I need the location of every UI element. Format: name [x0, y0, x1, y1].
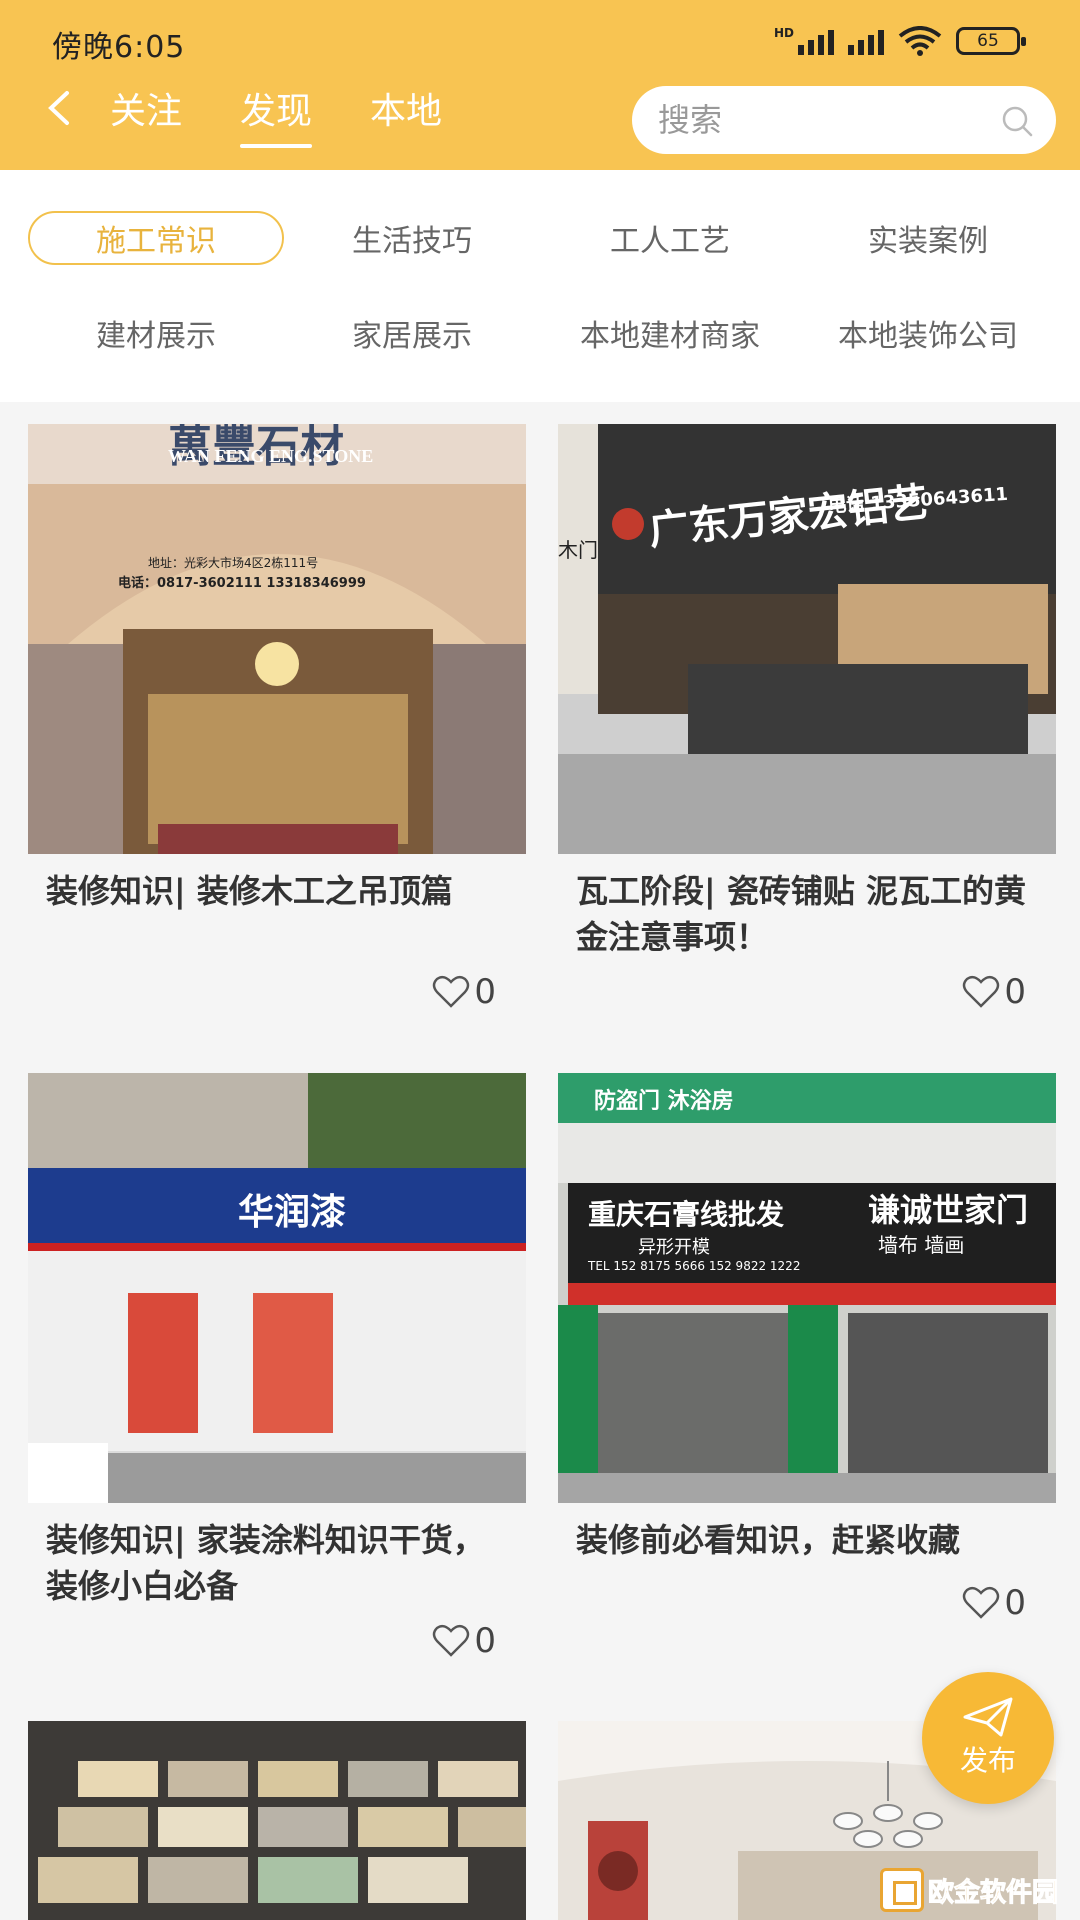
store-photo-paint: [28, 1073, 526, 1503]
search-input[interactable]: [658, 86, 978, 154]
like-button[interactable]: 0: [962, 1583, 1026, 1623]
sign-main-right: 谦诚世家门: [868, 1191, 1029, 1229]
article-title[interactable]: 瓦工阶段| 瓷砖铺贴 泥瓦工的黄金注意事项！: [558, 854, 1056, 964]
article-card[interactable]: 广东万家宏铝艺 电话 13350643611 木门 瓦工阶段| 瓷砖铺贴 泥瓦工…: [558, 424, 1056, 1012]
category-home-display[interactable]: 家居展示: [284, 306, 540, 360]
article-title[interactable]: 装修知识| 家装涂料知识干货，装修小白必备: [28, 1503, 526, 1613]
wifi-icon: [898, 26, 942, 56]
heart-icon: [433, 1624, 470, 1657]
article-card[interactable]: 防盗门 沐浴房 重庆石膏线批发 谦诚世家门 异形开模 TEL 152 8175 …: [558, 1073, 1056, 1623]
publish-button[interactable]: 发布: [922, 1672, 1054, 1804]
store-photo-gypsum: [558, 1073, 1056, 1503]
sign-address: 地址：光彩大市场4区2栋111号: [148, 556, 319, 570]
signal-icon-2: [848, 27, 884, 55]
sign-tel: TEL 152 8175 5666 152 9822 1222: [588, 1259, 801, 1273]
like-button[interactable]: 0: [432, 1621, 496, 1661]
top-header: 傍晚6:05 HD 65 关注 发现 本地: [0, 0, 1080, 170]
category-local-decoration-companies[interactable]: 本地装饰公司: [800, 306, 1056, 360]
category-panel: 施工常识 生活技巧 工人工艺 实装案例 建材展示 家居展示 本地建材商家 本地装…: [0, 170, 1080, 402]
tab-local[interactable]: 本地: [370, 86, 442, 150]
category-construction-tips[interactable]: 施工常识: [28, 211, 284, 265]
sign-main: 重庆石膏线批发: [588, 1198, 785, 1231]
article-image[interactable]: 华润漆: [28, 1073, 526, 1503]
like-count: 0: [474, 972, 496, 1012]
heart-icon: [963, 975, 1000, 1008]
like-count: 0: [1004, 972, 1026, 1012]
tab-discover[interactable]: 发现: [240, 86, 313, 150]
status-icons: HD 65: [773, 26, 1026, 56]
category-local-material-sellers[interactable]: 本地建材商家: [542, 306, 798, 360]
tab-follow[interactable]: 关注: [110, 86, 182, 150]
watermark: 欧金软件园: [880, 1864, 1076, 1916]
sign-main: 华润漆: [238, 1192, 347, 1233]
sign-side: 木门: [558, 538, 598, 562]
like-button[interactable]: 0: [962, 972, 1026, 1012]
watermark-logo-icon: [880, 1868, 924, 1912]
like-button[interactable]: 0: [432, 972, 496, 1012]
article-image[interactable]: 萬豐石材 WAN FENG ENG.STONE 地址：光彩大市场4区2栋111号…: [28, 424, 526, 854]
heart-icon: [433, 975, 470, 1008]
status-time: 傍晚6:05: [52, 30, 186, 65]
network-type: HD: [773, 26, 794, 40]
battery-level: 65: [977, 31, 999, 51]
category-material-display[interactable]: 建材展示: [28, 306, 284, 360]
sign-sub: WAN FENG ENG.STONE: [168, 446, 374, 466]
article-card[interactable]: [28, 1721, 526, 1920]
stone-samples-photo: [28, 1721, 526, 1920]
sign-right-sub: 墙布 墙画: [878, 1233, 965, 1257]
publish-label: 发布: [959, 1744, 1016, 1777]
like-count: 0: [1004, 1583, 1026, 1623]
article-image[interactable]: [28, 1721, 526, 1920]
sign-tel: 电话：0817-3602111 13318346999: [118, 576, 366, 591]
like-count: 0: [474, 1621, 496, 1661]
search-box[interactable]: [632, 86, 1056, 154]
heart-icon: [963, 1586, 1000, 1619]
search-icon[interactable]: [1000, 104, 1034, 138]
status-bar: 傍晚6:05 HD 65: [0, 0, 1080, 80]
back-icon[interactable]: [40, 90, 76, 126]
sign-top: 防盗门 沐浴房: [594, 1089, 734, 1114]
category-real-cases[interactable]: 实装案例: [800, 211, 1056, 265]
store-photo-stone: [28, 424, 526, 854]
signal-icon: [798, 27, 834, 55]
article-image[interactable]: 防盗门 沐浴房 重庆石膏线批发 谦诚世家门 异形开模 TEL 152 8175 …: [558, 1073, 1056, 1503]
battery-icon: 65: [956, 27, 1026, 55]
sign-sub: 异形开模: [638, 1237, 710, 1258]
watermark-text: 欧金软件园: [927, 1877, 1059, 1908]
nav-tabs: 关注 发现 本地: [110, 86, 500, 150]
category-life-tips[interactable]: 生活技巧: [284, 211, 540, 265]
category-worker-craft[interactable]: 工人工艺: [542, 211, 798, 265]
article-title[interactable]: 装修知识| 装修木工之吊顶篇: [28, 854, 526, 964]
article-card[interactable]: 华润漆 装修知识| 家装涂料知识干货，装修小白必备 0: [28, 1073, 526, 1661]
article-image[interactable]: 广东万家宏铝艺 电话 13350643611 木门: [558, 424, 1056, 854]
article-card[interactable]: 萬豐石材 WAN FENG ENG.STONE 地址：光彩大市场4区2栋111号…: [28, 424, 526, 1012]
paper-plane-icon: [963, 1697, 1013, 1737]
